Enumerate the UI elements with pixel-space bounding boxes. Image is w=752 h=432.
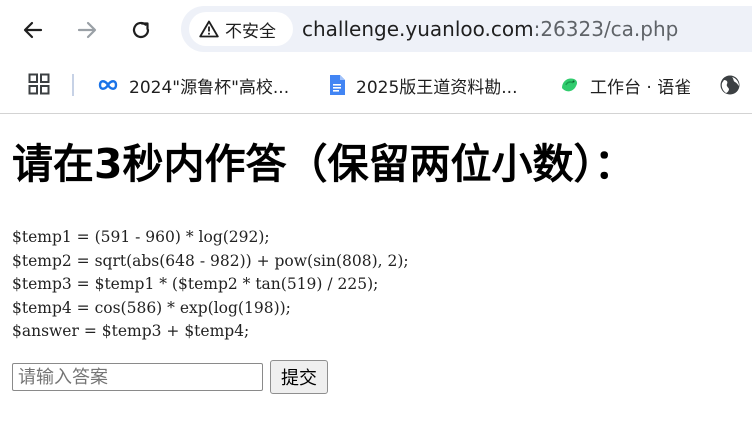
bookmark-item-yuque[interactable]: 工作台 · 语雀 [558, 72, 691, 98]
bookmarks-separator [72, 74, 74, 96]
code-block: $temp1 = (591 - 960) * log(292); $temp2 =… [12, 226, 752, 344]
bookmark-label: 工作台 · 语雀 [590, 77, 692, 98]
warning-triangle-icon [199, 20, 219, 38]
bookmark-label: 2025版王道资料勘... [356, 77, 518, 98]
security-chip[interactable]: 不安全 [189, 12, 293, 46]
code-line: $temp3 = $temp1 * ($temp2 * tan(519) / 2… [12, 275, 379, 293]
bookmarks-bar: 2024"源鲁杯"高校... 2025版王道资料勘... 工作台 · 语雀 [0, 62, 752, 108]
bookmark-label: 2024"源鲁杯"高校... [129, 77, 290, 98]
bookmark-item-wangdao[interactable]: 2025版王道资料勘... [328, 72, 517, 98]
forward-button[interactable] [71, 14, 103, 46]
bookmark-item-globe[interactable] [719, 72, 751, 98]
forward-arrow-icon [77, 21, 97, 39]
code-line: $temp4 = cos(586) * exp(log(198)); [12, 298, 291, 317]
address-bar[interactable]: 不安全 challenge.yuanloo.com:26323/ca.php [181, 6, 752, 52]
globe-icon [719, 74, 741, 96]
answer-input[interactable] [12, 363, 263, 391]
code-line: $answer = $temp3 + $temp4; [12, 322, 250, 340]
back-arrow-icon [23, 21, 43, 39]
back-button[interactable] [17, 14, 49, 46]
url-text[interactable]: challenge.yuanloo.com:26323/ca.php [302, 17, 678, 41]
yuque-bird-icon [558, 74, 580, 96]
reload-icon [132, 21, 150, 39]
browser-toolbar: 不安全 challenge.yuanloo.com:26323/ca.php [0, 0, 752, 62]
reload-button[interactable] [125, 14, 157, 46]
bookmark-item-yuanlu[interactable]: 2024"源鲁杯"高校... [97, 72, 289, 98]
url-host: challenge.yuanloo.com [302, 17, 534, 41]
url-path: :26323/ca.php [533, 17, 679, 41]
page-content: 请在3秒内作答（保留两位小数）： $temp1 = (591 - 960) * … [12, 114, 752, 394]
google-docs-icon [328, 74, 346, 96]
security-label: 不安全 [225, 21, 276, 42]
infinity-link-icon [97, 78, 119, 92]
apps-grid-icon[interactable] [28, 73, 50, 99]
answer-form: 提交 [12, 360, 328, 394]
page-heading: 请在3秒内作答（保留两位小数）： [12, 140, 636, 188]
submit-button[interactable]: 提交 [270, 360, 328, 394]
code-line: $temp2 = sqrt(abs(648 - 982)) + pow(sin(… [12, 251, 409, 270]
code-line: $temp1 = (591 - 960) * log(292); [12, 228, 270, 246]
